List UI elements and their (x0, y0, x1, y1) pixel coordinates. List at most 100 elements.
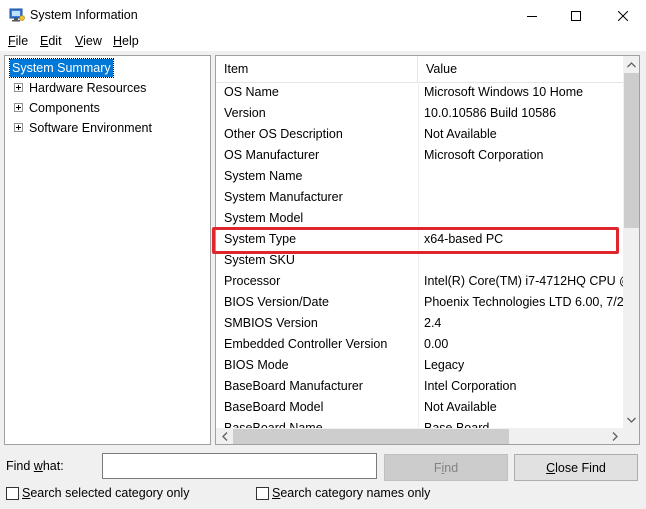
scroll-up-icon[interactable] (623, 56, 639, 73)
tree-item-software-environment[interactable]: Software Environment (5, 119, 205, 137)
table-row[interactable]: BaseBoard Manufacturer Intel Corporation (216, 376, 624, 397)
column-divider (418, 271, 419, 292)
table-row[interactable]: BIOS Version/Date Phoenix Technologies LT… (216, 292, 624, 313)
column-divider (418, 187, 419, 208)
row-value-cell: Base Board (424, 421, 490, 428)
details-list[interactable]: Item Value OS Name Microsoft Windows 10 H… (215, 55, 640, 445)
column-divider (418, 376, 419, 397)
column-divider (418, 355, 419, 376)
table-row[interactable]: System Name (216, 166, 624, 187)
table-row[interactable]: System Model (216, 208, 624, 229)
expand-plus-icon[interactable] (14, 123, 23, 132)
row-item-cell: System Type (224, 232, 297, 246)
expand-plus-icon[interactable] (14, 83, 23, 92)
row-value-cell: Microsoft Corporation (424, 148, 544, 162)
tree-item-system-summary[interactable]: System Summary (9, 58, 114, 78)
close-button[interactable] (600, 0, 646, 31)
search-category-names-checkbox[interactable] (256, 487, 269, 500)
find-button[interactable]: Fi nd (384, 454, 508, 481)
column-divider (418, 124, 419, 145)
row-value-cell: Microsoft Windows 10 Home (424, 85, 584, 99)
column-divider (418, 292, 419, 313)
menu-edit[interactable]: Edit (40, 34, 62, 48)
tree-item-label: Hardware Resources (29, 81, 147, 95)
horizontal-scroll-thumb[interactable] (233, 429, 509, 444)
column-divider (418, 82, 419, 103)
row-item-cell: BaseBoard Model (224, 400, 324, 414)
table-row[interactable]: OS Name Microsoft Windows 10 Home (216, 82, 624, 103)
scroll-right-icon[interactable] (606, 428, 623, 444)
row-value-cell: 2.4 (424, 316, 442, 330)
table-row[interactable]: BaseBoard Name Base Board (216, 418, 624, 428)
search-selected-category-label[interactable]: Search selected category only (22, 486, 189, 500)
table-row[interactable]: SMBIOS Version 2.4 (216, 313, 624, 334)
row-value-cell: 10.0.10586 Build 10586 (424, 106, 557, 120)
list-header: Item Value (216, 56, 624, 83)
maximize-button[interactable] (553, 0, 599, 31)
column-divider (418, 313, 419, 334)
scroll-corner (623, 428, 639, 444)
row-value-cell: Phoenix Technologies LTD 6.00, 7/2 (424, 295, 624, 309)
tree-item-hardware-resources[interactable]: Hardware Resources (5, 79, 205, 97)
table-row[interactable]: Embedded Controller Version 0.00 (216, 334, 624, 355)
column-divider (418, 250, 419, 271)
menu-file[interactable]: File (8, 34, 28, 48)
vertical-scrollbar[interactable] (623, 56, 639, 428)
scroll-left-icon[interactable] (216, 428, 233, 444)
table-row[interactable]: Version 10.0.10586 Build 10586 (216, 103, 624, 124)
column-divider (418, 103, 419, 124)
row-item-cell: System Manufacturer (224, 190, 343, 204)
row-item-cell: Version (224, 106, 266, 120)
menu-bar: File Edit View Help (0, 31, 646, 51)
row-item-cell: BIOS Version/Date (224, 295, 329, 309)
table-row[interactable]: OS Manufacturer Microsoft Corporation (216, 145, 624, 166)
row-value-cell: Intel Corporation (424, 379, 517, 393)
column-divider (418, 229, 419, 250)
column-divider (418, 166, 419, 187)
list-rows: OS Name Microsoft Windows 10 Home Version 1… (216, 82, 624, 428)
row-value-cell: Legacy (424, 358, 465, 372)
system-information-icon (9, 7, 25, 23)
row-item-cell: System Name (224, 169, 303, 183)
vertical-scroll-thumb[interactable] (624, 73, 639, 228)
table-row[interactable]: System SKU (216, 250, 624, 271)
column-header-value[interactable]: Value (418, 56, 624, 82)
minimize-button[interactable] (509, 0, 555, 31)
table-row[interactable]: BaseBoard Model Not Available (216, 397, 624, 418)
row-value-cell: Not Available (424, 400, 497, 414)
scroll-down-icon[interactable] (623, 411, 639, 428)
column-divider (418, 397, 419, 418)
find-what-label: Find what: (6, 459, 64, 473)
maximize-icon (571, 10, 581, 21)
table-row[interactable]: System Manufacturer (216, 187, 624, 208)
search-selected-category-checkbox[interactable] (6, 487, 19, 500)
table-row[interactable]: BIOS Mode Legacy (216, 355, 624, 376)
column-header-item[interactable]: Item (216, 56, 418, 82)
menu-view[interactable]: View (75, 34, 102, 48)
row-item-cell: System SKU (224, 253, 295, 267)
table-row[interactable]: System Type x64-based PC (216, 229, 624, 250)
row-item-cell: Processor (224, 274, 281, 288)
tree-item-components[interactable]: Components (5, 99, 205, 117)
search-category-names-label[interactable]: Search category names only (272, 486, 430, 500)
close-find-button[interactable]: Close Find (514, 454, 638, 481)
expand-plus-icon[interactable] (14, 103, 23, 112)
table-row[interactable]: Other OS Description Not Available (216, 124, 624, 145)
row-value-cell: Intel(R) Core(TM) i7-4712HQ CPU @ (424, 274, 624, 288)
row-item-cell: BaseBoard Name (224, 421, 323, 428)
menu-help[interactable]: Help (113, 34, 139, 48)
column-divider (418, 334, 419, 355)
horizontal-scrollbar[interactable] (216, 428, 623, 444)
category-tree[interactable]: System Summary Hardware Resources Compon… (4, 55, 211, 445)
column-divider (418, 145, 419, 166)
tree-item-label: Components (29, 101, 100, 115)
column-divider (418, 418, 419, 428)
row-item-cell: OS Name (224, 85, 279, 99)
row-item-cell: BaseBoard Manufacturer (224, 379, 363, 393)
table-row[interactable]: Processor Intel(R) Core(TM) i7-4712HQ CPU… (216, 271, 624, 292)
row-item-cell: BIOS Mode (224, 358, 289, 372)
tree-item-label: Software Environment (29, 121, 152, 135)
minimize-icon (527, 15, 537, 17)
row-item-cell: Other OS Description (224, 127, 343, 141)
find-input[interactable] (102, 453, 377, 479)
